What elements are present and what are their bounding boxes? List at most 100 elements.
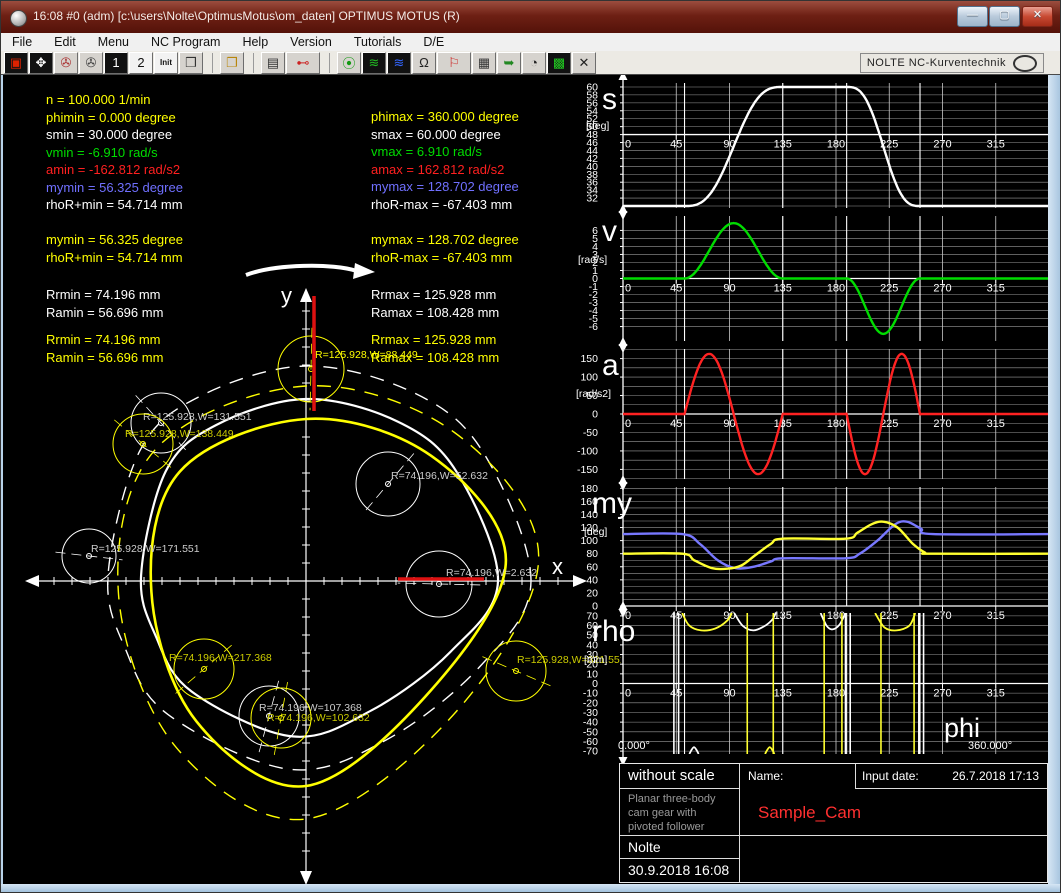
curve-flags-icon[interactable]: ⚐ [437, 52, 471, 74]
param-line: vmin = -6.910 rad/s [46, 144, 183, 162]
info-empty-cell [740, 836, 1047, 882]
param-block-min: n = 100.000 1/minphimin = 0.000 degreesm… [46, 91, 183, 214]
view-3d-icon[interactable]: ❒ [179, 52, 203, 74]
param-line: mymin = 56.325 degree [46, 231, 183, 249]
maximize-button[interactable]: ▢ [989, 6, 1020, 27]
param-block-radius-min-yellow: Rrmin = 74.196 mmRamin = 56.696 mm [46, 331, 163, 366]
print-color-icon[interactable]: ✇ [54, 52, 78, 74]
y-tick-label: -100 [577, 445, 598, 457]
window-title: 16:08 #0 (adm) [c:\users\Nolte\OptimusMo… [33, 9, 460, 23]
x-tick-label: 90 [723, 688, 735, 700]
y-tick-label: 20 [586, 587, 598, 599]
y-tick-label: -70 [583, 746, 598, 758]
drawing-canvas[interactable]: yxR=125.928,W=88.449R=125.928,W=131.551R… [3, 75, 1050, 886]
y-tick-label: 40 [586, 574, 598, 586]
open-file-icon[interactable]: ❐ [220, 52, 244, 74]
menu-item-help[interactable]: Help [231, 33, 279, 51]
animate-icon[interactable]: ◔ [522, 52, 546, 74]
x-tick-label: 180 [827, 283, 845, 295]
brand-box: NOLTE NC-Kurventechnik [860, 53, 1044, 73]
rotation-arrow-icon [246, 266, 357, 275]
roller-circle: R=125.928,W=171.551 [55, 529, 199, 583]
axis-arrow-icon [619, 75, 628, 80]
quality-check-icon[interactable]: Ω [412, 52, 436, 74]
close-button[interactable]: ✕ [1022, 6, 1053, 27]
x-tick-label: 225 [880, 283, 898, 295]
plot-v: 045901351802252703156543210-1-2-3-4-5-6v… [578, 204, 1049, 353]
roller-label: R=74.196,W=102.632 [267, 712, 370, 724]
fit-screen-icon[interactable]: ✥ [29, 52, 53, 74]
plot-title-rho: rho [592, 615, 635, 648]
menu-item-edit[interactable]: Edit [43, 33, 87, 51]
y-tick-label: -50 [583, 427, 598, 439]
print-icon[interactable]: ✇ [79, 52, 103, 74]
roller-circle: R=74.196,W=52.632 [356, 452, 488, 516]
description-line: Planar three-body [628, 792, 739, 806]
menu-item-version[interactable]: Version [279, 33, 343, 51]
table-icon[interactable]: ▦ [472, 52, 496, 74]
x-tick-label: 315 [987, 283, 1005, 295]
x-tick-label: 135 [774, 139, 792, 151]
param-line: rhoR-max = -67.403 mm [371, 249, 519, 267]
toolbar-separator [245, 53, 254, 73]
toolbar-separator [321, 53, 330, 73]
x-tick-label: 180 [827, 418, 845, 430]
plot-unit-v: [rad/s] [578, 254, 607, 266]
cam-profile-white [141, 399, 498, 737]
x-tick-label: 270 [933, 283, 951, 295]
menu-item-tutorials[interactable]: Tutorials [343, 33, 412, 51]
phi-end-label: 360.000° [968, 740, 1012, 752]
notes-icon[interactable]: ▤ [261, 52, 285, 74]
menu-item-file[interactable]: File [1, 33, 43, 51]
motion-diagram-icon[interactable]: ⊷ [286, 52, 320, 74]
axis-arrow-icon [619, 475, 628, 484]
author-name: Nolte [620, 836, 739, 859]
input-date-value: 26.7.2018 17:13 [952, 769, 1039, 788]
param-line: mymin = 56.325 degree [46, 179, 183, 197]
param-line: Ramax = 108.428 mm [371, 304, 499, 322]
phi-axis-label: phi [944, 713, 980, 743]
roller-label: R=74.196,W=2.632 [446, 567, 537, 579]
screen-1-icon[interactable]: 1 [104, 52, 128, 74]
param-line: mymax = 128.702 degree [371, 231, 519, 249]
plot-my: 0459013518022527031518016014012010080604… [580, 475, 1049, 622]
window-border-left [1, 75, 3, 886]
window-frame-icon[interactable]: ▣ [4, 52, 28, 74]
y-tick-label: -150 [577, 464, 598, 476]
window-border-bottom [1, 884, 1060, 892]
traffic-light-icon[interactable]: ⦿ [337, 52, 361, 74]
y-tick-label: 60 [586, 561, 598, 573]
motion-diagrams[interactable]: 0459013518022527031560585654525048464442… [556, 75, 1050, 765]
mechanism-description: Planar three-body cam gear with pivoted … [620, 789, 739, 836]
film-icon[interactable]: ▩ [547, 52, 571, 74]
param-block-radius-max-yellow: Rrmax = 125.928 mmRamax = 108.428 mm [371, 331, 499, 366]
menu-item-nc-program[interactable]: NC Program [140, 33, 231, 51]
y-tick-label: 80 [586, 548, 598, 560]
x-tick-label: 135 [774, 283, 792, 295]
curves-overview-icon[interactable]: ≋ [362, 52, 386, 74]
export-icon[interactable]: ➥ [497, 52, 521, 74]
roller-label: R=74.196,W=217.368 [169, 652, 272, 664]
roller-label: R=74.196,W=52.632 [391, 470, 488, 482]
menu-item-d-e[interactable]: D/E [412, 33, 455, 51]
close-tool-icon[interactable]: ✕ [572, 52, 596, 74]
plot-unit-my: [deg] [584, 526, 607, 538]
param-line: Rrmin = 74.196 mm [46, 286, 163, 304]
x-tick-label: 90 [723, 418, 735, 430]
y-tick-label: 32 [586, 193, 598, 205]
roller-label: R=125.928,W=138.449 [125, 428, 234, 440]
minimize-button[interactable]: — [957, 6, 988, 27]
x-tick-label: 270 [933, 139, 951, 151]
title-bar: 16:08 #0 (adm) [c:\users\Nolte\OptimusMo… [1, 1, 1060, 33]
y-tick-label: 0 [592, 409, 598, 421]
screen-2-icon[interactable]: 2 [129, 52, 153, 74]
print-date: 30.9.2018 16:08 [620, 859, 739, 882]
y-tick-label: 150 [580, 353, 598, 365]
curves-edit-icon[interactable]: ≋ [387, 52, 411, 74]
x-tick-label: 0 [625, 688, 631, 700]
menu-item-menu[interactable]: Menu [87, 33, 140, 51]
init-icon[interactable]: Init [154, 52, 178, 74]
param-line: Rrmax = 125.928 mm [371, 286, 499, 304]
cam-profile-yellow-pitch [118, 386, 539, 820]
plot-title-my: my [592, 487, 632, 520]
